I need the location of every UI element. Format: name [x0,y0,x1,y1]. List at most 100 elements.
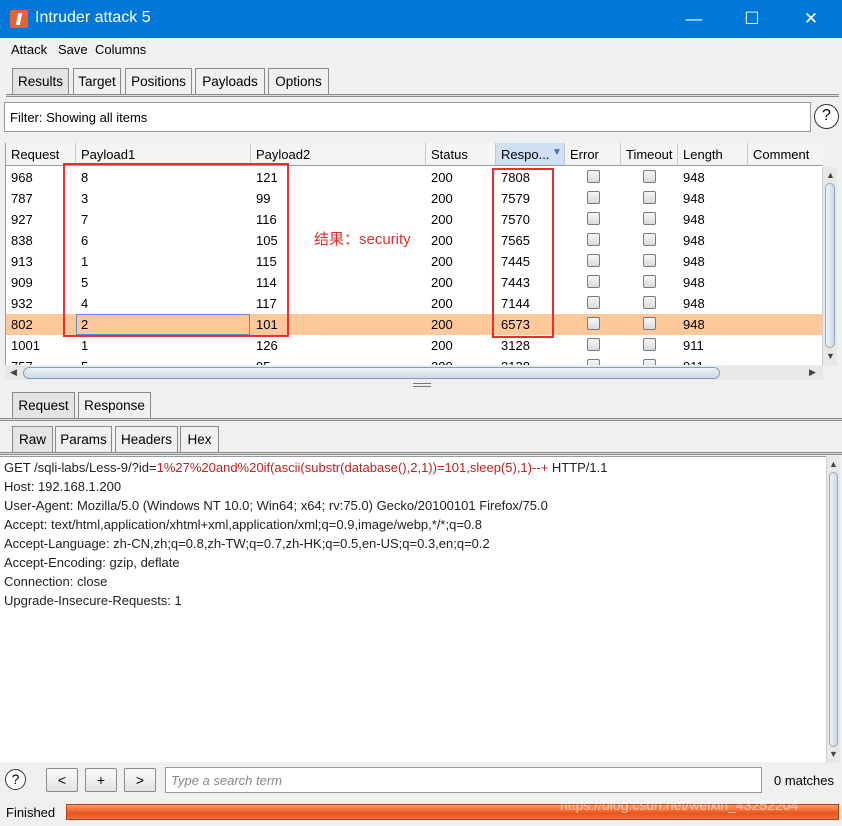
column-header-length[interactable]: Length [678,143,748,166]
search-options-button[interactable]: + [85,768,117,792]
column-header-response[interactable]: Respo... ▼ [496,143,565,166]
cell-status: 200 [431,254,453,269]
column-header-status[interactable]: Status [426,143,496,166]
raw-vscroll-thumb[interactable] [829,472,838,747]
pane-splitter-handle[interactable] [413,383,431,387]
menu-attack[interactable]: Attack [11,42,47,57]
cell-response: 3128 [501,359,530,365]
view-tab-divider [0,452,842,455]
timeout-checkbox[interactable] [643,212,656,225]
tab-target[interactable]: Target [73,68,121,95]
search-help-icon[interactable]: ? [5,769,26,790]
tab-divider [6,94,839,97]
tab-raw[interactable]: Raw [12,426,53,453]
column-header-response-label: Respo... [501,147,550,162]
tab-results[interactable]: Results [12,68,69,95]
scroll-up-arrow-icon[interactable]: ▲ [824,169,837,182]
burp-app-icon [10,10,28,28]
timeout-checkbox[interactable] [643,170,656,183]
tab-positions[interactable]: Positions [125,68,192,95]
status-text: Finished [6,805,56,820]
error-checkbox[interactable] [587,275,600,288]
help-icon[interactable]: ? [814,104,839,129]
header-line: Connection: close [4,574,108,589]
search-next-button[interactable]: > [124,768,156,792]
tab-hex[interactable]: Hex [180,426,219,453]
raw-scroll-down-arrow-icon[interactable]: ▼ [827,748,840,761]
column-header-error[interactable]: Error [565,143,621,166]
error-checkbox[interactable] [587,296,600,309]
error-checkbox[interactable] [587,212,600,225]
tab-payloads[interactable]: Payloads [195,68,265,95]
table-hscroll-thumb[interactable] [23,367,720,379]
error-checkbox[interactable] [587,338,600,351]
menu-columns[interactable]: Columns [95,42,146,57]
menu-save[interactable]: Save [58,42,88,57]
tab-options[interactable]: Options [268,68,329,95]
header-line: Accept-Language: zh-CN,zh;q=0.8,zh-TW;q=… [4,536,490,551]
cell-length: 911 [683,338,704,353]
table-row[interactable]: 1001 1 126 200 3128 911 [6,335,823,356]
cell-length: 948 [683,233,705,248]
header-line: Host: 192.168.1.200 [4,479,122,494]
request-line-protocol: HTTP/1.1 [548,460,608,475]
maximize-button[interactable]: ☐ [723,0,781,38]
cell-status: 200 [431,275,453,290]
scroll-down-arrow-icon[interactable]: ▼ [824,350,837,363]
tab-response[interactable]: Response [78,392,151,419]
scroll-left-arrow-icon[interactable]: ◀ [7,366,20,379]
timeout-checkbox[interactable] [643,191,656,204]
timeout-checkbox[interactable] [643,338,656,351]
timeout-checkbox[interactable] [643,275,656,288]
cell-request: 838 [11,233,33,248]
timeout-checkbox[interactable] [643,296,656,309]
cell-request: 927 [11,212,33,227]
payload-highlight-box [63,163,289,337]
request-line-payload: 1%27%20and%20if(ascii(substr(database(),… [156,460,549,475]
error-checkbox[interactable] [587,254,600,267]
request-line: GET /sqli-labs/Less-9/?id=1%27%20and%20i… [4,460,608,475]
error-checkbox[interactable] [587,233,600,246]
table-horizontal-scrollbar[interactable]: ◀ ▶ [5,366,823,380]
table-row[interactable]: 757 5 95 200 3128 911 [6,356,823,365]
minimize-button[interactable]: — [665,0,723,38]
error-checkbox[interactable] [587,359,600,365]
scroll-right-arrow-icon[interactable]: ▶ [806,366,819,379]
filter-bar[interactable]: Filter: Showing all items [4,102,811,132]
search-input[interactable]: Type a search term [165,767,762,793]
header-line: Accept-Encoding: gzip, deflate [4,555,180,570]
cell-request: 968 [11,170,33,185]
cell-length: 948 [683,296,705,311]
raw-scroll-up-arrow-icon[interactable]: ▲ [827,458,840,471]
cell-status: 200 [431,317,453,332]
error-checkbox[interactable] [587,170,600,183]
close-button[interactable]: ✕ [782,0,840,38]
cell-request: 757 [11,359,33,365]
tab-params[interactable]: Params [55,426,112,453]
timeout-checkbox[interactable] [643,254,656,267]
cell-length: 948 [683,170,705,185]
search-previous-button[interactable]: < [46,768,78,792]
search-match-count: 0 matches [774,773,834,788]
raw-vertical-scrollbar[interactable]: ▲ ▼ [826,456,840,763]
table-vertical-scrollbar[interactable]: ▲ ▼ [822,167,837,366]
column-header-timeout[interactable]: Timeout [621,143,678,166]
cell-length: 948 [683,254,705,269]
cell-payload2: 95 [256,359,270,365]
header-line: User-Agent: Mozilla/5.0 (Windows NT 10.0… [4,498,548,513]
timeout-checkbox[interactable] [643,317,656,330]
raw-request-editor[interactable]: GET /sqli-labs/Less-9/?id=1%27%20and%20i… [0,456,826,762]
cell-request: 909 [11,275,33,290]
cell-status: 200 [431,359,453,365]
cell-length: 911 [683,359,704,365]
watermark: https://blog.csdn.net/weixin_43252204 [560,797,799,813]
column-header-comment[interactable]: Comment [748,143,823,166]
error-checkbox[interactable] [587,191,600,204]
tab-headers[interactable]: Headers [115,426,178,453]
cell-status: 200 [431,296,453,311]
tab-request[interactable]: Request [12,392,75,419]
timeout-checkbox[interactable] [643,359,656,365]
error-checkbox[interactable] [587,317,600,330]
timeout-checkbox[interactable] [643,233,656,246]
table-vscroll-thumb[interactable] [825,183,835,348]
